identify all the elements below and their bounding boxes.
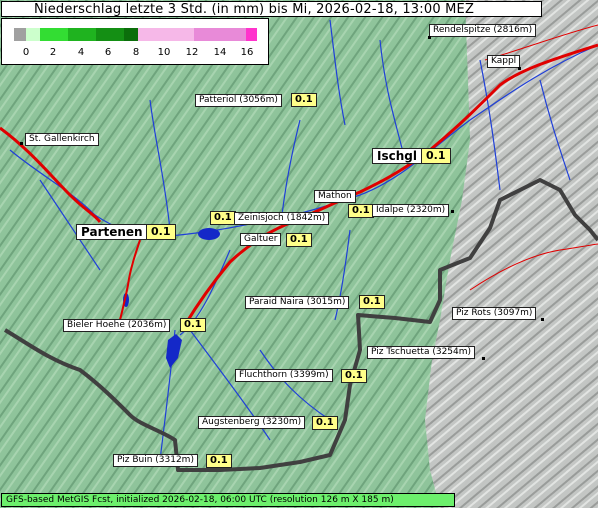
place-label: Partenen [76, 224, 148, 240]
precip-value: 0.1 [146, 224, 176, 240]
legend-tick: 10 [157, 47, 171, 58]
place-label: Bieler Hoehe (2036m) [63, 319, 171, 332]
place-label: Patteriol (3056m) [195, 94, 282, 107]
legend-tick: 8 [132, 47, 140, 58]
precip-value: 0.1 [206, 454, 232, 468]
legend-color-bar [14, 28, 257, 41]
legend-tick: 14 [213, 47, 227, 58]
place-label: Piz Rots (3097m) [452, 307, 537, 320]
legend-tick: 2 [49, 47, 57, 58]
place-marker [482, 357, 485, 360]
precip-value: 0.1 [341, 369, 367, 383]
place-label: Mathon [314, 190, 356, 203]
place-label: Galtuer [240, 233, 282, 246]
legend-tick: 12 [185, 47, 199, 58]
place-label: Kappl [487, 55, 521, 68]
model-info-footer: GFS-based MetGIS Fcst, initialized 2026-… [1, 493, 455, 507]
place-label: Piz Tschuetta (3254m) [367, 346, 476, 359]
precip-value: 0.1 [210, 211, 236, 225]
place-marker [518, 67, 521, 70]
precip-value: 0.1 [180, 318, 206, 332]
place-label: St. Gallenkirch [25, 133, 99, 146]
precip-value: 0.1 [312, 416, 338, 430]
legend-tick: 16 [240, 47, 254, 58]
place-marker [541, 318, 544, 321]
legend-tick: 6 [104, 47, 112, 58]
place-label: Zeinisjoch (1842m) [234, 212, 330, 225]
place-label: Idalpe (2320m) [372, 204, 450, 217]
precip-value: 0.1 [359, 295, 385, 309]
map-title: Niederschlag letzte 3 Std. (in mm) bis M… [1, 1, 542, 17]
precip-value: 0.1 [421, 148, 451, 164]
place-label: Rendelspitze (2816m) [429, 24, 537, 37]
place-marker [20, 142, 23, 145]
precipitation-legend: 0 2 4 6 8 10 12 14 16 [1, 18, 269, 65]
place-label: Augstenberg (3230m) [198, 416, 306, 429]
place-marker [451, 210, 454, 213]
place-label: Paraid Naira (3015m) [245, 296, 350, 309]
place-marker [428, 36, 431, 39]
legend-tick: 4 [77, 47, 85, 58]
precip-value: 0.1 [286, 233, 312, 247]
precip-value: 0.1 [291, 93, 317, 107]
place-label: Ischgl [372, 148, 422, 164]
place-label: Fluchthorn (3399m) [235, 369, 333, 382]
terrain-map [0, 0, 598, 508]
place-label: Piz Buin (3312m) [113, 454, 198, 467]
precip-value: 0.1 [348, 204, 374, 218]
legend-tick: 0 [22, 47, 30, 58]
